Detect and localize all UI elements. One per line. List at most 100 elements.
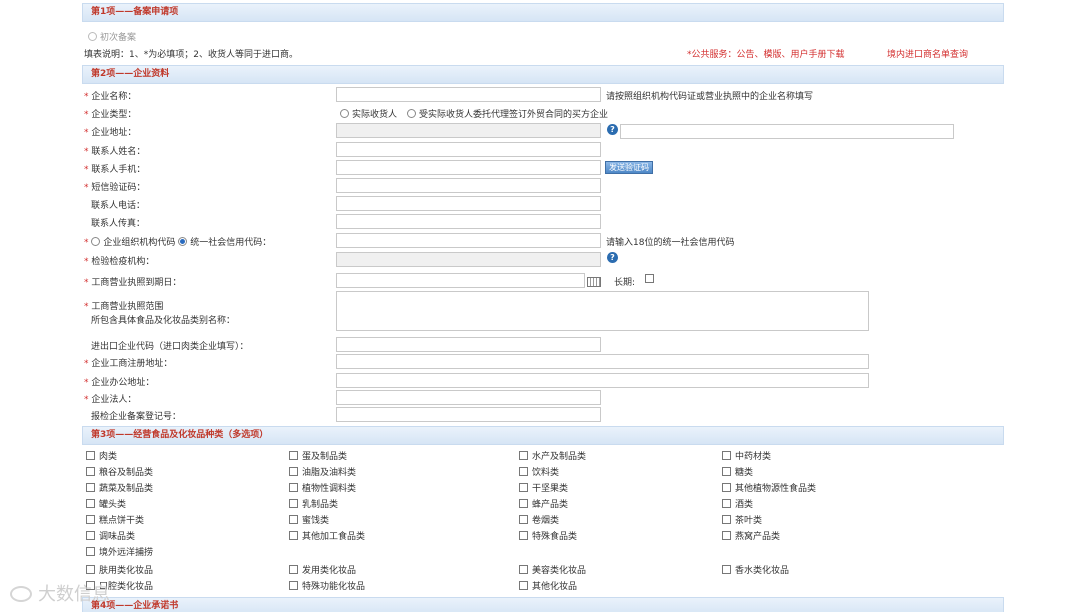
category-checkbox[interactable]	[722, 531, 731, 540]
food-category-item[interactable]: 其他植物源性食品类	[722, 481, 816, 494]
category-checkbox[interactable]	[519, 483, 528, 492]
inspection-help-icon[interactable]: ?	[607, 252, 618, 263]
cosmetic-category-item[interactable]: 特殊功能化妆品	[289, 579, 365, 592]
category-checkbox[interactable]	[289, 451, 298, 460]
category-checkbox[interactable]	[289, 515, 298, 524]
category-label: 水产及制品类	[532, 452, 587, 462]
food-category-item[interactable]: 植物性调料类	[289, 481, 356, 494]
calendar-icon[interactable]	[587, 277, 601, 287]
food-category-item[interactable]: 蛋及制品类	[289, 449, 347, 462]
long-term-checkbox[interactable]	[645, 274, 654, 283]
cosmetic-category-item[interactable]: 肤用类化妆品	[86, 563, 153, 576]
category-checkbox[interactable]	[86, 483, 95, 492]
category-checkbox[interactable]	[519, 581, 528, 590]
category-checkbox[interactable]	[86, 515, 95, 524]
category-checkbox[interactable]	[86, 451, 95, 460]
food-category-item[interactable]: 中药材类	[722, 449, 771, 462]
category-checkbox[interactable]	[86, 547, 95, 556]
food-category-item[interactable]: 肉类	[86, 449, 117, 462]
food-category-item[interactable]: 蜜饯类	[289, 513, 329, 526]
category-checkbox[interactable]	[722, 451, 731, 460]
food-category-item[interactable]: 水产及制品类	[519, 449, 586, 462]
category-checkbox[interactable]	[519, 467, 528, 476]
category-checkbox[interactable]	[86, 467, 95, 476]
cosmetic-category-item[interactable]: 香水类化妆品	[722, 563, 789, 576]
watermark-logo: 大数信息	[10, 580, 110, 606]
contact-mobile-input[interactable]	[336, 160, 601, 175]
contact-phone-input[interactable]	[336, 196, 601, 211]
category-checkbox[interactable]	[722, 499, 731, 508]
category-checkbox[interactable]	[722, 565, 731, 574]
first-filing-radio[interactable]	[88, 32, 97, 41]
food-category-item[interactable]: 糕点饼干类	[86, 513, 144, 526]
food-category-item[interactable]: 茶叶类	[722, 513, 762, 526]
office-address-input[interactable]	[336, 373, 869, 388]
food-category-item[interactable]: 粮谷及制品类	[86, 465, 153, 478]
sms-code-input[interactable]	[336, 178, 601, 193]
company-address-input[interactable]	[336, 123, 601, 138]
send-code-button[interactable]: 发送验证码	[605, 161, 653, 174]
type-opt2-radio[interactable]	[407, 109, 416, 118]
ie-code-input[interactable]	[336, 337, 601, 352]
category-label: 干坚果类	[532, 484, 569, 494]
category-checkbox[interactable]	[289, 467, 298, 476]
food-category-item[interactable]: 糖类	[722, 465, 753, 478]
credit-code-radio[interactable]	[178, 237, 188, 246]
food-category-item[interactable]: 罐头类	[86, 497, 126, 510]
category-checkbox[interactable]	[722, 467, 731, 476]
type-opt1-radio[interactable]	[340, 109, 349, 118]
category-checkbox[interactable]	[289, 531, 298, 540]
company-address-detail-input[interactable]	[620, 124, 954, 139]
food-category-item[interactable]: 酒类	[722, 497, 753, 510]
food-category-item[interactable]: 其他加工食品类	[289, 529, 365, 542]
food-category-item[interactable]: 燕窝产品类	[722, 529, 780, 542]
legal-person-input[interactable]	[336, 390, 601, 405]
category-checkbox[interactable]	[86, 565, 95, 574]
first-filing-option[interactable]: 初次备案	[88, 30, 136, 43]
food-category-item[interactable]: 饮料类	[519, 465, 559, 478]
org-code-radio[interactable]	[91, 237, 101, 246]
category-checkbox[interactable]	[86, 531, 95, 540]
category-checkbox[interactable]	[86, 499, 95, 508]
filing-no-input[interactable]	[336, 407, 601, 422]
category-checkbox[interactable]	[289, 499, 298, 508]
food-category-item[interactable]: 调味品类	[86, 529, 135, 542]
food-category-item[interactable]: 蜂产品类	[519, 497, 568, 510]
contact-fax-label: 联系人传真：	[91, 219, 146, 229]
category-checkbox[interactable]	[722, 515, 731, 524]
food-category-item[interactable]: 特殊食品类	[519, 529, 577, 542]
address-help-icon[interactable]: ?	[607, 124, 618, 135]
category-checkbox[interactable]	[289, 483, 298, 492]
category-checkbox[interactable]	[519, 499, 528, 508]
credit-code-input[interactable]	[336, 233, 601, 248]
section1-header: 第1项——备案申请项	[82, 3, 1004, 22]
category-checkbox[interactable]	[722, 483, 731, 492]
category-checkbox[interactable]	[289, 565, 298, 574]
type-opt2[interactable]: 受实际收货人委托代理签订外贸合同的买方企业	[407, 107, 608, 120]
contact-fax-input[interactable]	[336, 214, 601, 229]
category-checkbox[interactable]	[519, 451, 528, 460]
category-checkbox[interactable]	[519, 515, 528, 524]
food-category-item[interactable]: 干坚果类	[519, 481, 568, 494]
cosmetic-category-item[interactable]: 其他化妆品	[519, 579, 577, 592]
reg-address-input[interactable]	[336, 354, 869, 369]
food-category-item[interactable]: 蔬菜及制品类	[86, 481, 153, 494]
food-category-item[interactable]: 乳制品类	[289, 497, 338, 510]
cosmetic-category-item[interactable]: 美容类化妆品	[519, 563, 586, 576]
category-label: 茶叶类	[735, 516, 763, 526]
inspection-org-input[interactable]	[336, 252, 601, 267]
license-expiry-input[interactable]	[336, 273, 585, 288]
contact-name-input[interactable]	[336, 142, 601, 157]
category-checkbox[interactable]	[519, 565, 528, 574]
import-query-link[interactable]: 境内进口商名单查询	[887, 47, 968, 60]
cosmetic-category-item[interactable]: 发用类化妆品	[289, 563, 356, 576]
food-category-item[interactable]: 油脂及油料类	[289, 465, 356, 478]
type-opt1[interactable]: 实际收货人	[340, 107, 397, 120]
company-name-input[interactable]	[336, 87, 601, 102]
category-checkbox[interactable]	[519, 531, 528, 540]
business-scope-textarea[interactable]	[336, 291, 869, 331]
food-category-item[interactable]: 境外远洋捕捞	[86, 545, 153, 558]
public-service-link[interactable]: *公共服务：公告、模版、用户手册下载	[687, 47, 845, 60]
food-category-item[interactable]: 卷烟类	[519, 513, 559, 526]
category-checkbox[interactable]	[289, 581, 298, 590]
